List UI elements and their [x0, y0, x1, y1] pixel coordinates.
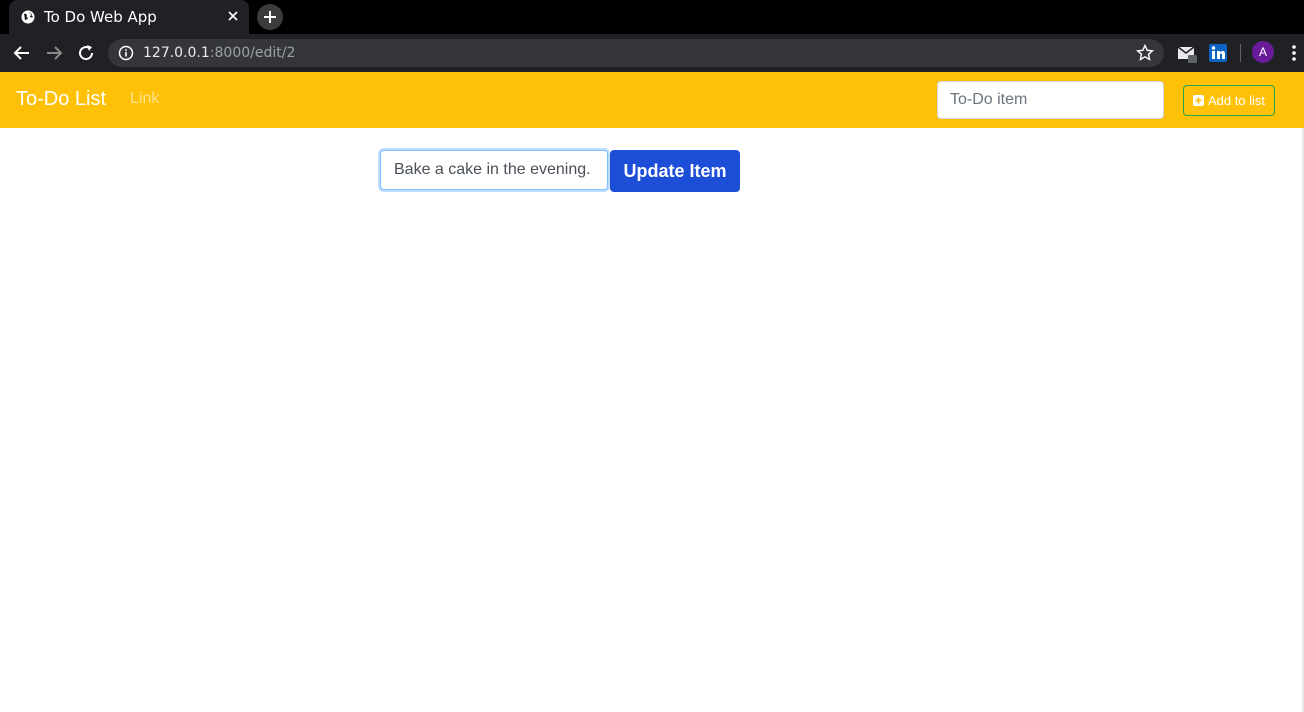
kebab-menu-icon[interactable]	[1288, 44, 1300, 62]
url-path: :8000/edit/2	[209, 45, 296, 61]
back-arrow-icon[interactable]	[12, 43, 32, 63]
address-bar[interactable]: 127.0.0.1:8000/edit/2	[108, 39, 1164, 67]
url-host: 127.0.0.1	[143, 45, 210, 61]
browser-toolbar: 127.0.0.1:8000/edit/2 A	[0, 34, 1304, 72]
plus-icon	[264, 11, 276, 23]
plus-square-icon	[1192, 95, 1204, 106]
toolbar-divider	[1240, 44, 1241, 62]
tab-title: To Do Web App	[44, 8, 157, 26]
edit-item-input[interactable]	[380, 150, 608, 190]
avatar[interactable]: A	[1252, 41, 1274, 63]
reload-icon[interactable]	[76, 43, 96, 63]
star-icon[interactable]	[1136, 44, 1154, 62]
navbar-link[interactable]: Link	[130, 90, 159, 108]
todo-item-input[interactable]	[937, 81, 1164, 119]
update-item-button[interactable]: Update Item	[610, 150, 740, 192]
add-to-list-button[interactable]: Add to list	[1183, 85, 1275, 116]
info-icon[interactable]	[118, 45, 134, 61]
gmail-icon[interactable]	[1177, 43, 1197, 63]
linkedin-icon[interactable]	[1208, 43, 1228, 63]
browser-tab[interactable]: To Do Web App	[9, 0, 249, 34]
browser-tab-bar: To Do Web App	[0, 0, 1304, 34]
url-text: 127.0.0.1:8000/edit/2	[143, 45, 295, 61]
page-navbar: To-Do List Link Add to list	[0, 72, 1304, 128]
close-icon[interactable]	[225, 8, 241, 24]
forward-arrow-icon[interactable]	[44, 43, 64, 63]
navbar-brand[interactable]: To-Do List	[16, 88, 106, 111]
add-to-list-label: Add to list	[1207, 93, 1266, 108]
new-tab-button[interactable]	[257, 4, 283, 30]
globe-icon	[21, 10, 35, 24]
